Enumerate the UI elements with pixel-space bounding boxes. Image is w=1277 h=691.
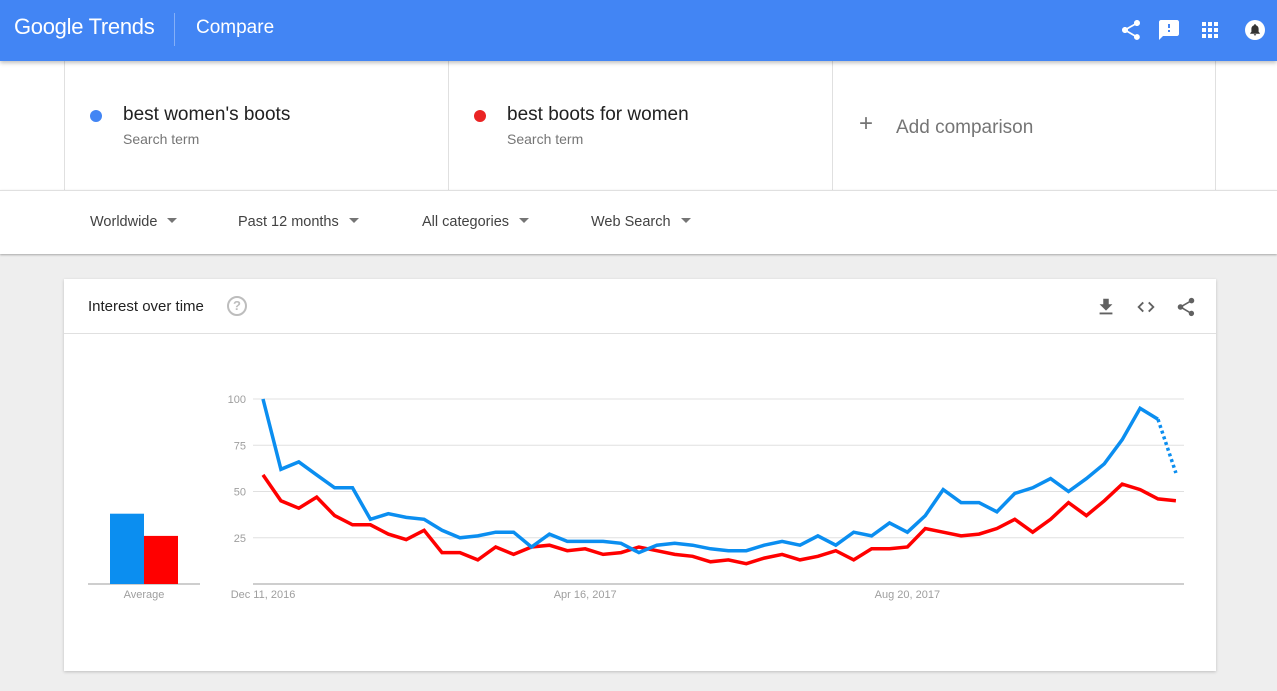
term-card-1[interactable]: best women's boots Search term <box>64 61 448 190</box>
average-label: Average <box>124 589 165 601</box>
average-bar <box>110 513 144 584</box>
app-bar: Google Trends Compare <box>0 0 1277 61</box>
filter-location-dropdown[interactable]: Worldwide <box>90 214 178 230</box>
card-header: Interest over time ? <box>64 279 1216 334</box>
y-tick-label: 50 <box>234 487 246 499</box>
apps-icon[interactable] <box>1198 18 1222 42</box>
add-comparison-button[interactable]: + Add comparison <box>832 61 1216 190</box>
dropdown-caret-icon <box>680 217 691 223</box>
term-name: best women's boots <box>123 104 291 125</box>
dropdown-caret-icon <box>519 217 530 223</box>
term-color-dot-red <box>474 110 486 122</box>
term-subtitle: Search term <box>507 131 584 147</box>
filter-label: All categories <box>422 214 510 230</box>
logo-google-text: Google <box>14 14 84 39</box>
dropdown-caret-icon <box>167 217 178 223</box>
term-card-2[interactable]: best boots for women Search term <box>448 61 832 190</box>
plus-icon: + <box>859 110 874 137</box>
term-color-dot-blue <box>90 110 102 122</box>
axis-labels: 25 50 75 100 Dec 11, 2016 Apr 16, 2017 Aug 20,… <box>228 394 940 601</box>
y-tick-label: 75 <box>234 440 246 452</box>
page-title: Compare <box>196 17 275 38</box>
notifications-icon[interactable] <box>1243 18 1267 42</box>
grid-lines <box>253 398 1184 585</box>
filter-category-dropdown[interactable]: All categories <box>422 214 530 230</box>
card-title: Interest over time <box>88 298 204 315</box>
share-icon[interactable] <box>1175 296 1197 318</box>
logo-trends-text: Trends <box>88 14 155 39</box>
filter-label: Web Search <box>591 214 671 230</box>
interest-chart: Average 25 50 75 100 Dec 11, 2016 Apr 16, 201… <box>88 394 1184 601</box>
x-tick-label: Aug 20, 2017 <box>875 589 940 601</box>
y-tick-label: 25 <box>234 533 246 545</box>
feedback-icon[interactable] <box>1157 18 1181 42</box>
average-bars: Average <box>88 513 200 601</box>
dropdown-caret-icon <box>348 217 359 223</box>
series-lines <box>261 398 1178 566</box>
term-name: best boots for women <box>507 104 689 125</box>
x-tick-label: Apr 16, 2017 <box>554 589 617 601</box>
series-partial-segment <box>1156 418 1178 474</box>
google-trends-logo[interactable]: Google Trends <box>14 14 155 40</box>
add-comparison-label: Add comparison <box>896 117 1034 138</box>
term-subtitle: Search term <box>123 131 200 147</box>
filter-label: Past 12 months <box>238 214 339 230</box>
filter-label: Worldwide <box>90 214 158 230</box>
comparison-terms: best women's boots Search term best boot… <box>0 61 1277 190</box>
interest-over-time-card: Interest over time ? Average 25 50 75 100 De… <box>64 279 1216 671</box>
filter-search-type-dropdown[interactable]: Web Search <box>591 214 691 230</box>
share-icon[interactable] <box>1119 18 1143 42</box>
download-icon[interactable] <box>1095 296 1117 318</box>
help-icon[interactable]: ? <box>227 296 247 316</box>
embed-icon[interactable] <box>1135 296 1157 318</box>
filter-bar: Worldwide Past 12 months All categories … <box>0 190 1277 254</box>
series-line <box>261 398 1159 555</box>
x-tick-label: Dec 11, 2016 <box>231 589 296 601</box>
header-divider <box>174 13 175 46</box>
filter-time-dropdown[interactable]: Past 12 months <box>238 214 359 230</box>
y-tick-label: 100 <box>228 394 246 406</box>
average-bar <box>144 535 178 584</box>
